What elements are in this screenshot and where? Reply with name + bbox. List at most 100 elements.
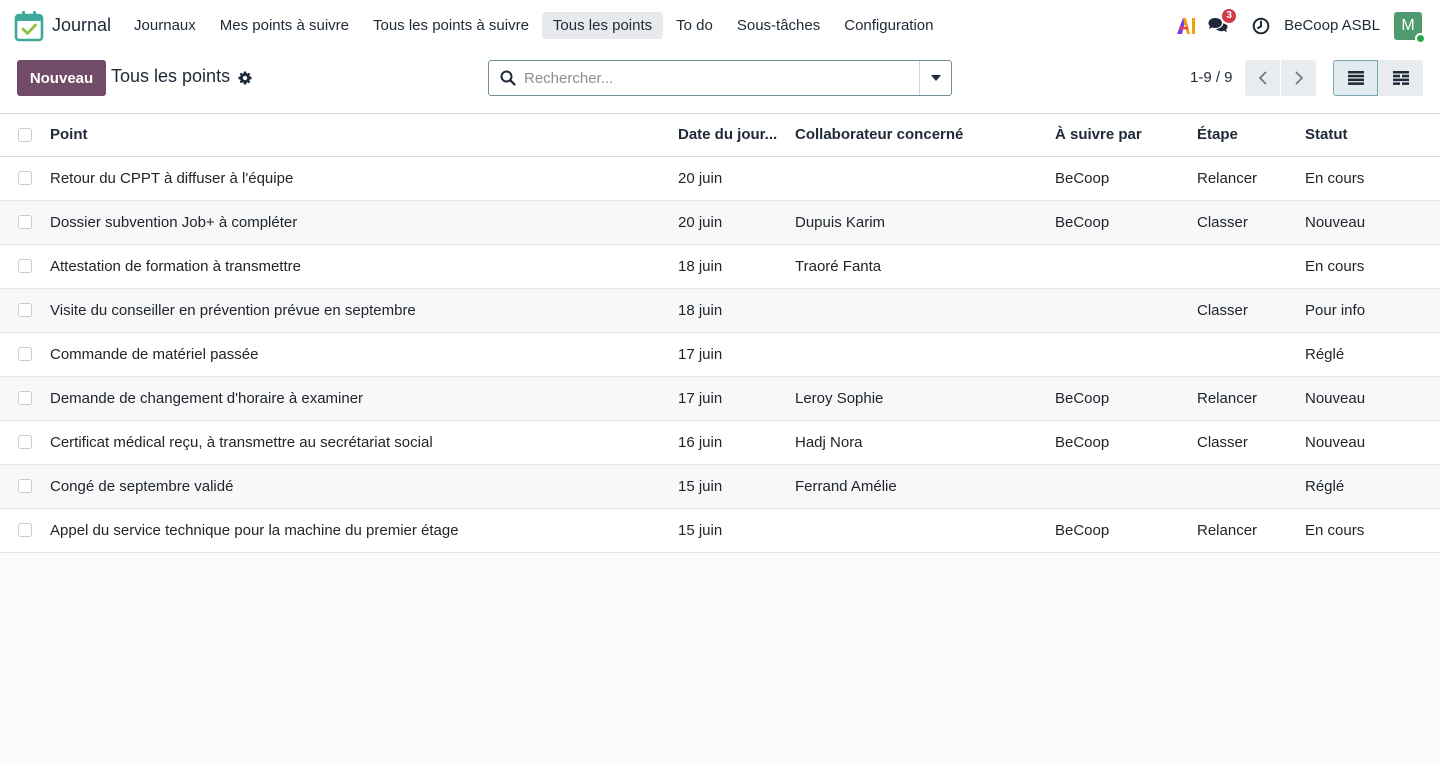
cell-a-suivre-par[interactable]: BeCoop: [1049, 376, 1191, 421]
cell-statut[interactable]: Réglé: [1299, 464, 1440, 509]
row-checkbox[interactable]: [18, 303, 32, 317]
menu-item-configuration[interactable]: Configuration: [833, 12, 944, 39]
cell-etape[interactable]: Classer: [1191, 200, 1299, 245]
column-header-point[interactable]: Point: [44, 114, 672, 157]
ai-icon[interactable]: [1176, 17, 1198, 35]
menu-item-to-do[interactable]: To do: [665, 12, 724, 39]
table-row[interactable]: Retour du CPPT à diffuser à l'équipe 20 …: [0, 156, 1440, 201]
table-row[interactable]: Appel du service technique pour la machi…: [0, 508, 1440, 553]
cell-point[interactable]: Demande de changement d'horaire à examin…: [44, 376, 672, 421]
activity-view-button[interactable]: [1378, 60, 1423, 96]
cell-date[interactable]: 20 juin: [672, 156, 789, 201]
table-row[interactable]: Commande de matériel passée 17 juin Régl…: [0, 332, 1440, 377]
cell-a-suivre-par[interactable]: BeCoop: [1049, 200, 1191, 245]
row-checkbox[interactable]: [18, 215, 32, 229]
company-switcher[interactable]: BeCoop ASBL: [1284, 17, 1380, 34]
column-header-a-suivre-par[interactable]: À suivre par: [1049, 114, 1191, 157]
cell-statut[interactable]: Réglé: [1299, 332, 1440, 377]
cell-date[interactable]: 16 juin: [672, 420, 789, 465]
cell-a-suivre-par[interactable]: BeCoop: [1049, 508, 1191, 553]
column-header-date[interactable]: Date du jour...: [672, 114, 789, 157]
column-header-statut[interactable]: Statut: [1299, 114, 1440, 157]
cell-a-suivre-par[interactable]: [1049, 464, 1191, 509]
search-input[interactable]: [524, 61, 919, 95]
pager-previous-button[interactable]: [1245, 60, 1280, 96]
cell-date[interactable]: 17 juin: [672, 332, 789, 377]
cell-collaborateur[interactable]: Dupuis Karim: [789, 200, 1049, 245]
row-checkbox[interactable]: [18, 391, 32, 405]
cell-statut[interactable]: Nouveau: [1299, 200, 1440, 245]
clock-icon[interactable]: [1252, 17, 1270, 35]
row-checkbox[interactable]: [18, 259, 32, 273]
messages-button[interactable]: 3: [1208, 6, 1239, 36]
cell-point[interactable]: Attestation de formation à transmettre: [44, 244, 672, 289]
cell-a-suivre-par[interactable]: BeCoop: [1049, 156, 1191, 201]
user-avatar[interactable]: M: [1394, 11, 1426, 44]
cell-statut[interactable]: En cours: [1299, 156, 1440, 201]
cell-collaborateur[interactable]: [789, 288, 1049, 333]
cell-date[interactable]: 17 juin: [672, 376, 789, 421]
cell-statut[interactable]: Nouveau: [1299, 420, 1440, 465]
menu-item-journaux[interactable]: Journaux: [123, 12, 207, 39]
row-checkbox[interactable]: [18, 171, 32, 185]
cell-point[interactable]: Congé de septembre validé: [44, 464, 672, 509]
table-row[interactable]: Attestation de formation à transmettre 1…: [0, 244, 1440, 289]
table-row[interactable]: Certificat médical reçu, à transmettre a…: [0, 420, 1440, 465]
menu-item-tous-les-points-a-suivre[interactable]: Tous les points à suivre: [362, 12, 540, 39]
row-checkbox[interactable]: [18, 479, 32, 493]
new-button[interactable]: Nouveau: [17, 60, 106, 96]
cell-point[interactable]: Retour du CPPT à diffuser à l'équipe: [44, 156, 672, 201]
cell-statut[interactable]: En cours: [1299, 508, 1440, 553]
cell-collaborateur[interactable]: Leroy Sophie: [789, 376, 1049, 421]
cell-etape[interactable]: [1191, 244, 1299, 289]
table-row[interactable]: Demande de changement d'horaire à examin…: [0, 376, 1440, 421]
cell-date[interactable]: 20 juin: [672, 200, 789, 245]
cell-etape[interactable]: [1191, 332, 1299, 377]
menu-item-sous-taches[interactable]: Sous-tâches: [726, 12, 831, 39]
cell-point[interactable]: Commande de matériel passée: [44, 332, 672, 377]
cell-date[interactable]: 15 juin: [672, 464, 789, 509]
cell-point[interactable]: Dossier subvention Job+ à compléter: [44, 200, 672, 245]
cell-etape[interactable]: Relancer: [1191, 376, 1299, 421]
cell-collaborateur[interactable]: [789, 156, 1049, 201]
cell-etape[interactable]: [1191, 464, 1299, 509]
table-row[interactable]: Visite du conseiller en prévention prévu…: [0, 288, 1440, 333]
cell-a-suivre-par[interactable]: [1049, 244, 1191, 289]
cell-date[interactable]: 18 juin: [672, 244, 789, 289]
column-header-collaborateur[interactable]: Collaborateur concerné: [789, 114, 1049, 157]
row-checkbox[interactable]: [18, 523, 32, 537]
cell-collaborateur[interactable]: [789, 332, 1049, 377]
cell-collaborateur[interactable]: [789, 508, 1049, 553]
cell-date[interactable]: 15 juin: [672, 508, 789, 553]
cell-collaborateur[interactable]: Traoré Fanta: [789, 244, 1049, 289]
cell-a-suivre-par[interactable]: [1049, 288, 1191, 333]
cell-statut[interactable]: En cours: [1299, 244, 1440, 289]
pager-value[interactable]: 1-9 / 9: [1190, 69, 1233, 86]
app-brand[interactable]: Journal: [14, 10, 111, 42]
cell-collaborateur[interactable]: Hadj Nora: [789, 420, 1049, 465]
cell-a-suivre-par[interactable]: BeCoop: [1049, 420, 1191, 465]
cell-etape[interactable]: Relancer: [1191, 508, 1299, 553]
cell-collaborateur[interactable]: Ferrand Amélie: [789, 464, 1049, 509]
cell-etape[interactable]: Relancer: [1191, 156, 1299, 201]
row-checkbox[interactable]: [18, 347, 32, 361]
select-all-checkbox[interactable]: [18, 127, 32, 142]
menu-item-tous-les-points[interactable]: Tous les points: [541, 12, 664, 39]
cell-point[interactable]: Appel du service technique pour la machi…: [44, 508, 672, 553]
cell-point[interactable]: Visite du conseiller en prévention prévu…: [44, 288, 672, 333]
table-row[interactable]: Congé de septembre validé 15 juin Ferran…: [0, 464, 1440, 509]
cell-statut[interactable]: Pour info: [1299, 288, 1440, 333]
menu-item-mes-points-a-suivre[interactable]: Mes points à suivre: [209, 12, 360, 39]
cell-point[interactable]: Certificat médical reçu, à transmettre a…: [44, 420, 672, 465]
search-options-toggle[interactable]: [919, 61, 951, 95]
table-row[interactable]: Dossier subvention Job+ à compléter 20 j…: [0, 200, 1440, 245]
column-header-etape[interactable]: Étape: [1191, 114, 1299, 157]
gear-icon[interactable]: [238, 71, 252, 85]
list-view-button[interactable]: [1333, 60, 1378, 96]
cell-date[interactable]: 18 juin: [672, 288, 789, 333]
cell-etape[interactable]: Classer: [1191, 420, 1299, 465]
row-checkbox[interactable]: [18, 435, 32, 449]
pager-next-button[interactable]: [1281, 60, 1316, 96]
cell-etape[interactable]: Classer: [1191, 288, 1299, 333]
cell-statut[interactable]: Nouveau: [1299, 376, 1440, 421]
